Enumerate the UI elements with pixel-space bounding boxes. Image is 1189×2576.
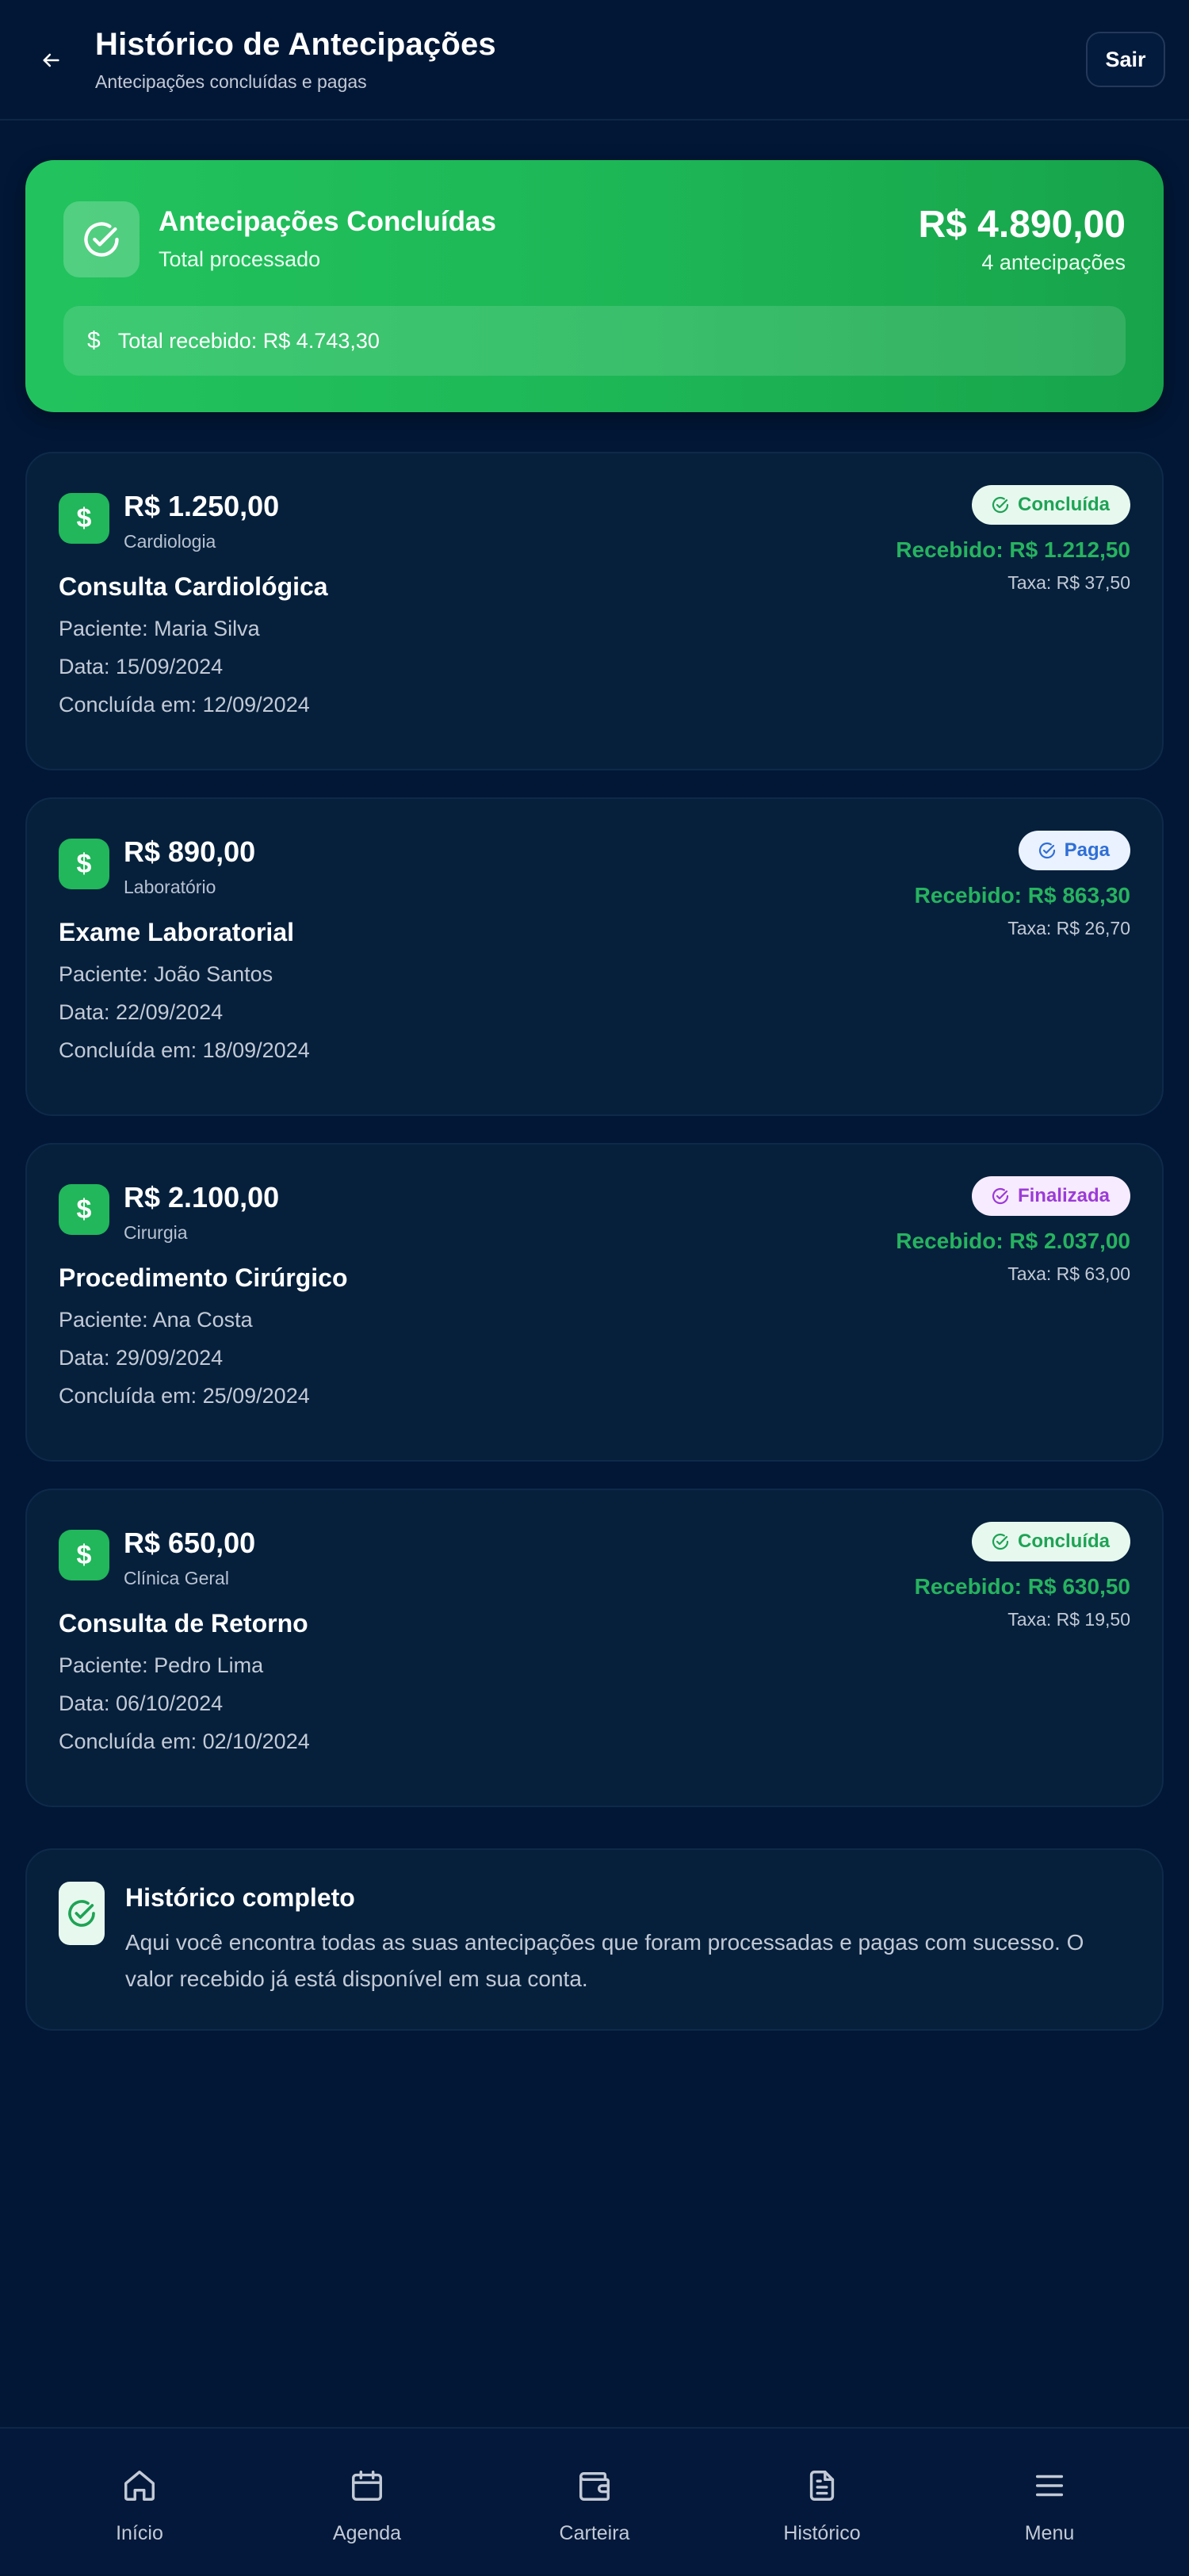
app-header: Histórico de Antecipações Antecipações c… <box>0 0 1189 120</box>
anticipation-card[interactable]: $ R$ 650,00 Clínica Geral Consulta de Re… <box>25 1489 1164 1807</box>
card-patient: Paciente: Pedro Lima <box>59 1653 264 1677</box>
anticipation-card[interactable]: $ R$ 890,00 Laboratório Exame Laboratori… <box>25 797 1164 1116</box>
dollar-icon: $ <box>59 1530 109 1580</box>
nav-item-carteira[interactable]: Carteira <box>515 2429 674 2576</box>
home-icon <box>119 2465 160 2506</box>
summary-card: Antecipações Concluídas Total processado… <box>25 160 1164 412</box>
status-badge: Concluída <box>971 485 1130 525</box>
logout-button[interactable]: Sair <box>1086 32 1165 87</box>
card-category: Clínica Geral <box>124 1568 229 1588</box>
nav-item-agenda[interactable]: Agenda <box>288 2429 446 2576</box>
page-subtitle: Antecipações concluídas e pagas <box>95 71 367 92</box>
card-date: Data: 29/09/2024 <box>59 1346 224 1370</box>
status-badge-label: Finalizada <box>1017 1185 1110 1206</box>
status-badge-label: Concluída <box>1017 494 1110 515</box>
card-category: Cardiologia <box>124 531 216 552</box>
summary-title: Antecipações Concluídas <box>159 206 496 237</box>
card-fee: Taxa: R$ 19,50 <box>1007 1609 1130 1630</box>
status-badge: Finalizada <box>971 1176 1130 1216</box>
card-date: Data: 15/09/2024 <box>59 655 224 678</box>
check-circle-icon <box>63 201 140 277</box>
status-badge-label: Paga <box>1064 839 1110 861</box>
check-circle-icon <box>1038 842 1055 859</box>
status-badge: Concluída <box>971 1522 1130 1561</box>
card-fee: Taxa: R$ 63,00 <box>1007 1263 1130 1284</box>
nav-item-inicio[interactable]: Início <box>60 2429 219 2576</box>
card-received: Recebido: R$ 863,30 <box>914 883 1130 908</box>
wallet-icon <box>574 2465 615 2506</box>
card-title: Consulta Cardiológica <box>59 572 328 601</box>
dollar-icon: $ <box>59 493 109 544</box>
card-patient: Paciente: Ana Costa <box>59 1308 253 1332</box>
document-icon <box>801 2465 843 2506</box>
nav-label: Agenda <box>332 2522 402 2544</box>
check-circle-icon <box>992 1187 1009 1205</box>
calendar-icon <box>346 2465 388 2506</box>
check-circle-icon <box>992 496 1009 514</box>
nav-label: Menu <box>1024 2522 1075 2544</box>
card-date: Data: 22/09/2024 <box>59 1000 224 1024</box>
card-fee: Taxa: R$ 37,50 <box>1007 572 1130 593</box>
nav-label: Início <box>116 2522 163 2544</box>
menu-icon <box>1029 2465 1070 2506</box>
nav-item-historico[interactable]: Histórico <box>743 2429 901 2576</box>
card-amount: R$ 2.100,00 <box>124 1181 280 1213</box>
card-title: Procedimento Cirúrgico <box>59 1263 348 1292</box>
summary-subtitle: Total processado <box>159 247 321 271</box>
info-text: Aqui você encontra todas as suas antecip… <box>125 1930 1084 1991</box>
summary-received-bar: $ Total recebido: R$ 4.743,30 <box>63 306 1126 376</box>
check-circle-icon <box>59 1882 105 1945</box>
card-amount: R$ 650,00 <box>124 1527 256 1559</box>
card-received: Recebido: R$ 1.212,50 <box>896 537 1130 562</box>
card-amount: R$ 1.250,00 <box>124 490 280 522</box>
info-title: Histórico completo <box>125 1883 355 1912</box>
card-title: Consulta de Retorno <box>59 1609 308 1638</box>
card-date: Data: 06/10/2024 <box>59 1691 224 1715</box>
status-badge: Paga <box>1018 831 1130 870</box>
card-category: Laboratório <box>124 877 216 897</box>
card-patient: Paciente: João Santos <box>59 962 273 986</box>
summary-count: 4 antecipações <box>981 250 1126 274</box>
anticipation-card[interactable]: $ R$ 1.250,00 Cardiologia Consulta Cardi… <box>25 452 1164 770</box>
back-button[interactable] <box>32 41 70 79</box>
card-completed-date: Concluída em: 12/09/2024 <box>59 693 310 717</box>
check-circle-icon <box>992 1533 1009 1550</box>
card-completed-date: Concluída em: 18/09/2024 <box>59 1038 310 1062</box>
nav-label: Carteira <box>559 2522 630 2544</box>
status-badge-label: Concluída <box>1017 1531 1110 1552</box>
card-received: Recebido: R$ 2.037,00 <box>896 1229 1130 1253</box>
anticipation-card[interactable]: $ R$ 2.100,00 Cirurgia Procedimento Cirú… <box>25 1143 1164 1462</box>
dollar-icon: $ <box>59 839 109 889</box>
card-fee: Taxa: R$ 26,70 <box>1007 918 1130 938</box>
card-patient: Paciente: Maria Silva <box>59 617 260 640</box>
card-received: Recebido: R$ 630,50 <box>914 1574 1130 1599</box>
bottom-navigation: Início Agenda Carteira Histórico Menu <box>0 2427 1189 2574</box>
page-title: Histórico de Antecipações <box>95 27 496 62</box>
info-box: Histórico completo Aqui você encontra to… <box>25 1848 1164 2031</box>
summary-total: R$ 4.890,00 <box>918 204 1126 246</box>
summary-received-label: Total recebido: R$ 4.743,30 <box>117 328 380 353</box>
card-category: Cirurgia <box>124 1222 188 1243</box>
card-title: Exame Laboratorial <box>59 918 294 946</box>
nav-label: Histórico <box>783 2522 861 2544</box>
nav-item-menu[interactable]: Menu <box>970 2429 1129 2576</box>
dollar-icon: $ <box>87 327 101 354</box>
arrow-left-icon <box>43 53 59 67</box>
dollar-icon: $ <box>59 1184 109 1235</box>
card-amount: R$ 890,00 <box>124 835 256 868</box>
card-completed-date: Concluída em: 25/09/2024 <box>59 1384 310 1408</box>
card-completed-date: Concluída em: 02/10/2024 <box>59 1729 310 1753</box>
